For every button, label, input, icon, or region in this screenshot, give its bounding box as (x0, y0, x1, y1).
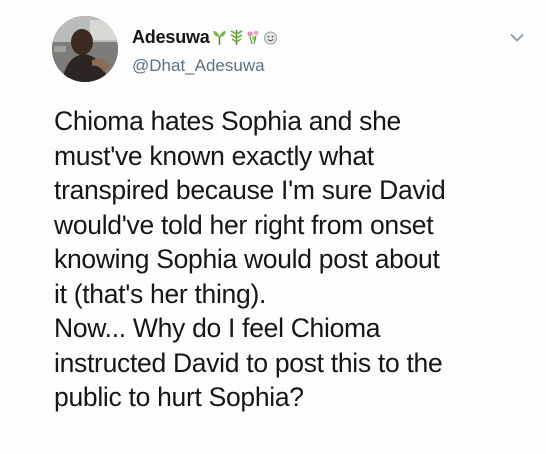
author-handle[interactable]: @Dhat_Adesuwa (132, 56, 265, 76)
tweet-text: Chioma hates Sophia and she must've know… (54, 106, 446, 412)
smiley-icon (263, 28, 278, 46)
tweet-card: Adesuwa @Dhat_Adesuwa Chioma hates Sophi… (0, 0, 546, 454)
seedling-icon (212, 28, 227, 46)
avatar[interactable] (52, 16, 118, 82)
chevron-down-icon[interactable] (510, 30, 524, 42)
herb-icon (229, 28, 244, 46)
flowers-icon (246, 28, 261, 46)
author-name-row: Adesuwa (132, 24, 278, 50)
display-name[interactable]: Adesuwa (132, 27, 210, 48)
